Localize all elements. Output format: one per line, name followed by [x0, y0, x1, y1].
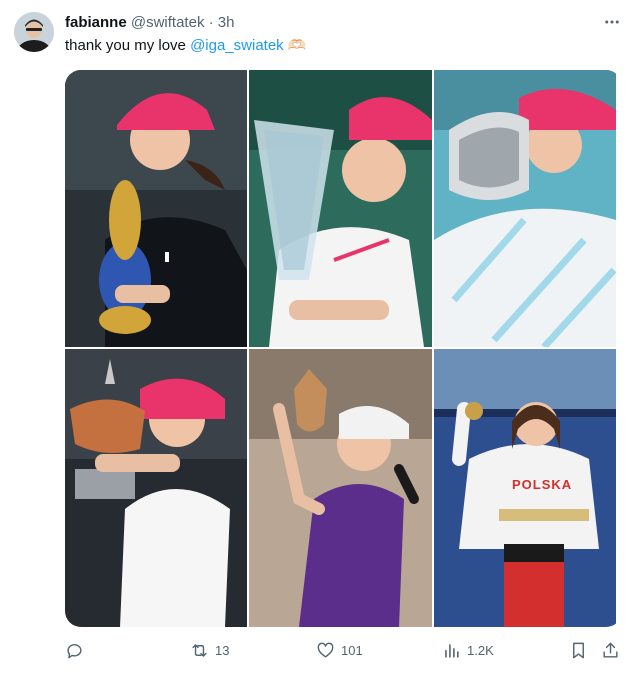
- heart-icon: [317, 642, 334, 658]
- photo-6[interactable]: POLSKA: [434, 349, 616, 627]
- jacket-text: POLSKA: [512, 477, 573, 492]
- share-button[interactable]: [601, 638, 620, 662]
- tweet-header: fabianne @swiftatek · 3h: [65, 13, 234, 33]
- photo-grid: POLSKA: [65, 70, 622, 627]
- author-handle[interactable]: @swiftatek: [131, 14, 205, 31]
- retweet-icon: [192, 643, 207, 657]
- tweet: fabianne @swiftatek · 3h thank you my lo…: [0, 0, 640, 674]
- views-button[interactable]: 1.2K: [442, 638, 494, 662]
- reply-icon: [67, 643, 82, 658]
- retweet-count: 13: [215, 642, 230, 658]
- photo-2-image: [249, 70, 432, 347]
- photo-5-image: [249, 349, 432, 627]
- action-bar: 13 101 1.2K: [65, 638, 625, 662]
- like-count: 101: [341, 642, 363, 658]
- retweet-button[interactable]: 13: [190, 638, 229, 662]
- tweet-text-body: thank you my love: [65, 37, 191, 54]
- photo-1[interactable]: [65, 70, 247, 347]
- photo-3[interactable]: [434, 70, 616, 347]
- photo-5[interactable]: [249, 349, 432, 627]
- bookmark-button[interactable]: [569, 638, 588, 662]
- photo-4-image: [65, 349, 247, 627]
- heart-hands-emoji: 🫶🏻: [287, 37, 307, 54]
- timestamp[interactable]: 3h: [218, 14, 235, 31]
- views-count: 1.2K: [467, 642, 494, 658]
- reply-button[interactable]: [65, 638, 90, 662]
- tweet-text: thank you my love @iga_swiatek 🫶🏻: [65, 36, 307, 56]
- bookmark-icon: [573, 642, 584, 658]
- separator-dot: ·: [208, 14, 214, 31]
- photo-1-image: [65, 70, 247, 347]
- avatar[interactable]: [14, 12, 54, 52]
- photo-2[interactable]: [249, 70, 432, 347]
- views-chart-icon: [445, 643, 459, 658]
- mention-link[interactable]: @iga_swiatek: [190, 37, 284, 54]
- author-name[interactable]: fabianne: [65, 14, 127, 31]
- photo-3-image: [434, 70, 616, 347]
- more-options-button[interactable]: [600, 12, 624, 32]
- share-icon: [603, 642, 618, 658]
- more-dots-icon: [605, 20, 619, 24]
- photo-4[interactable]: [65, 349, 247, 627]
- like-button[interactable]: 101: [316, 638, 363, 662]
